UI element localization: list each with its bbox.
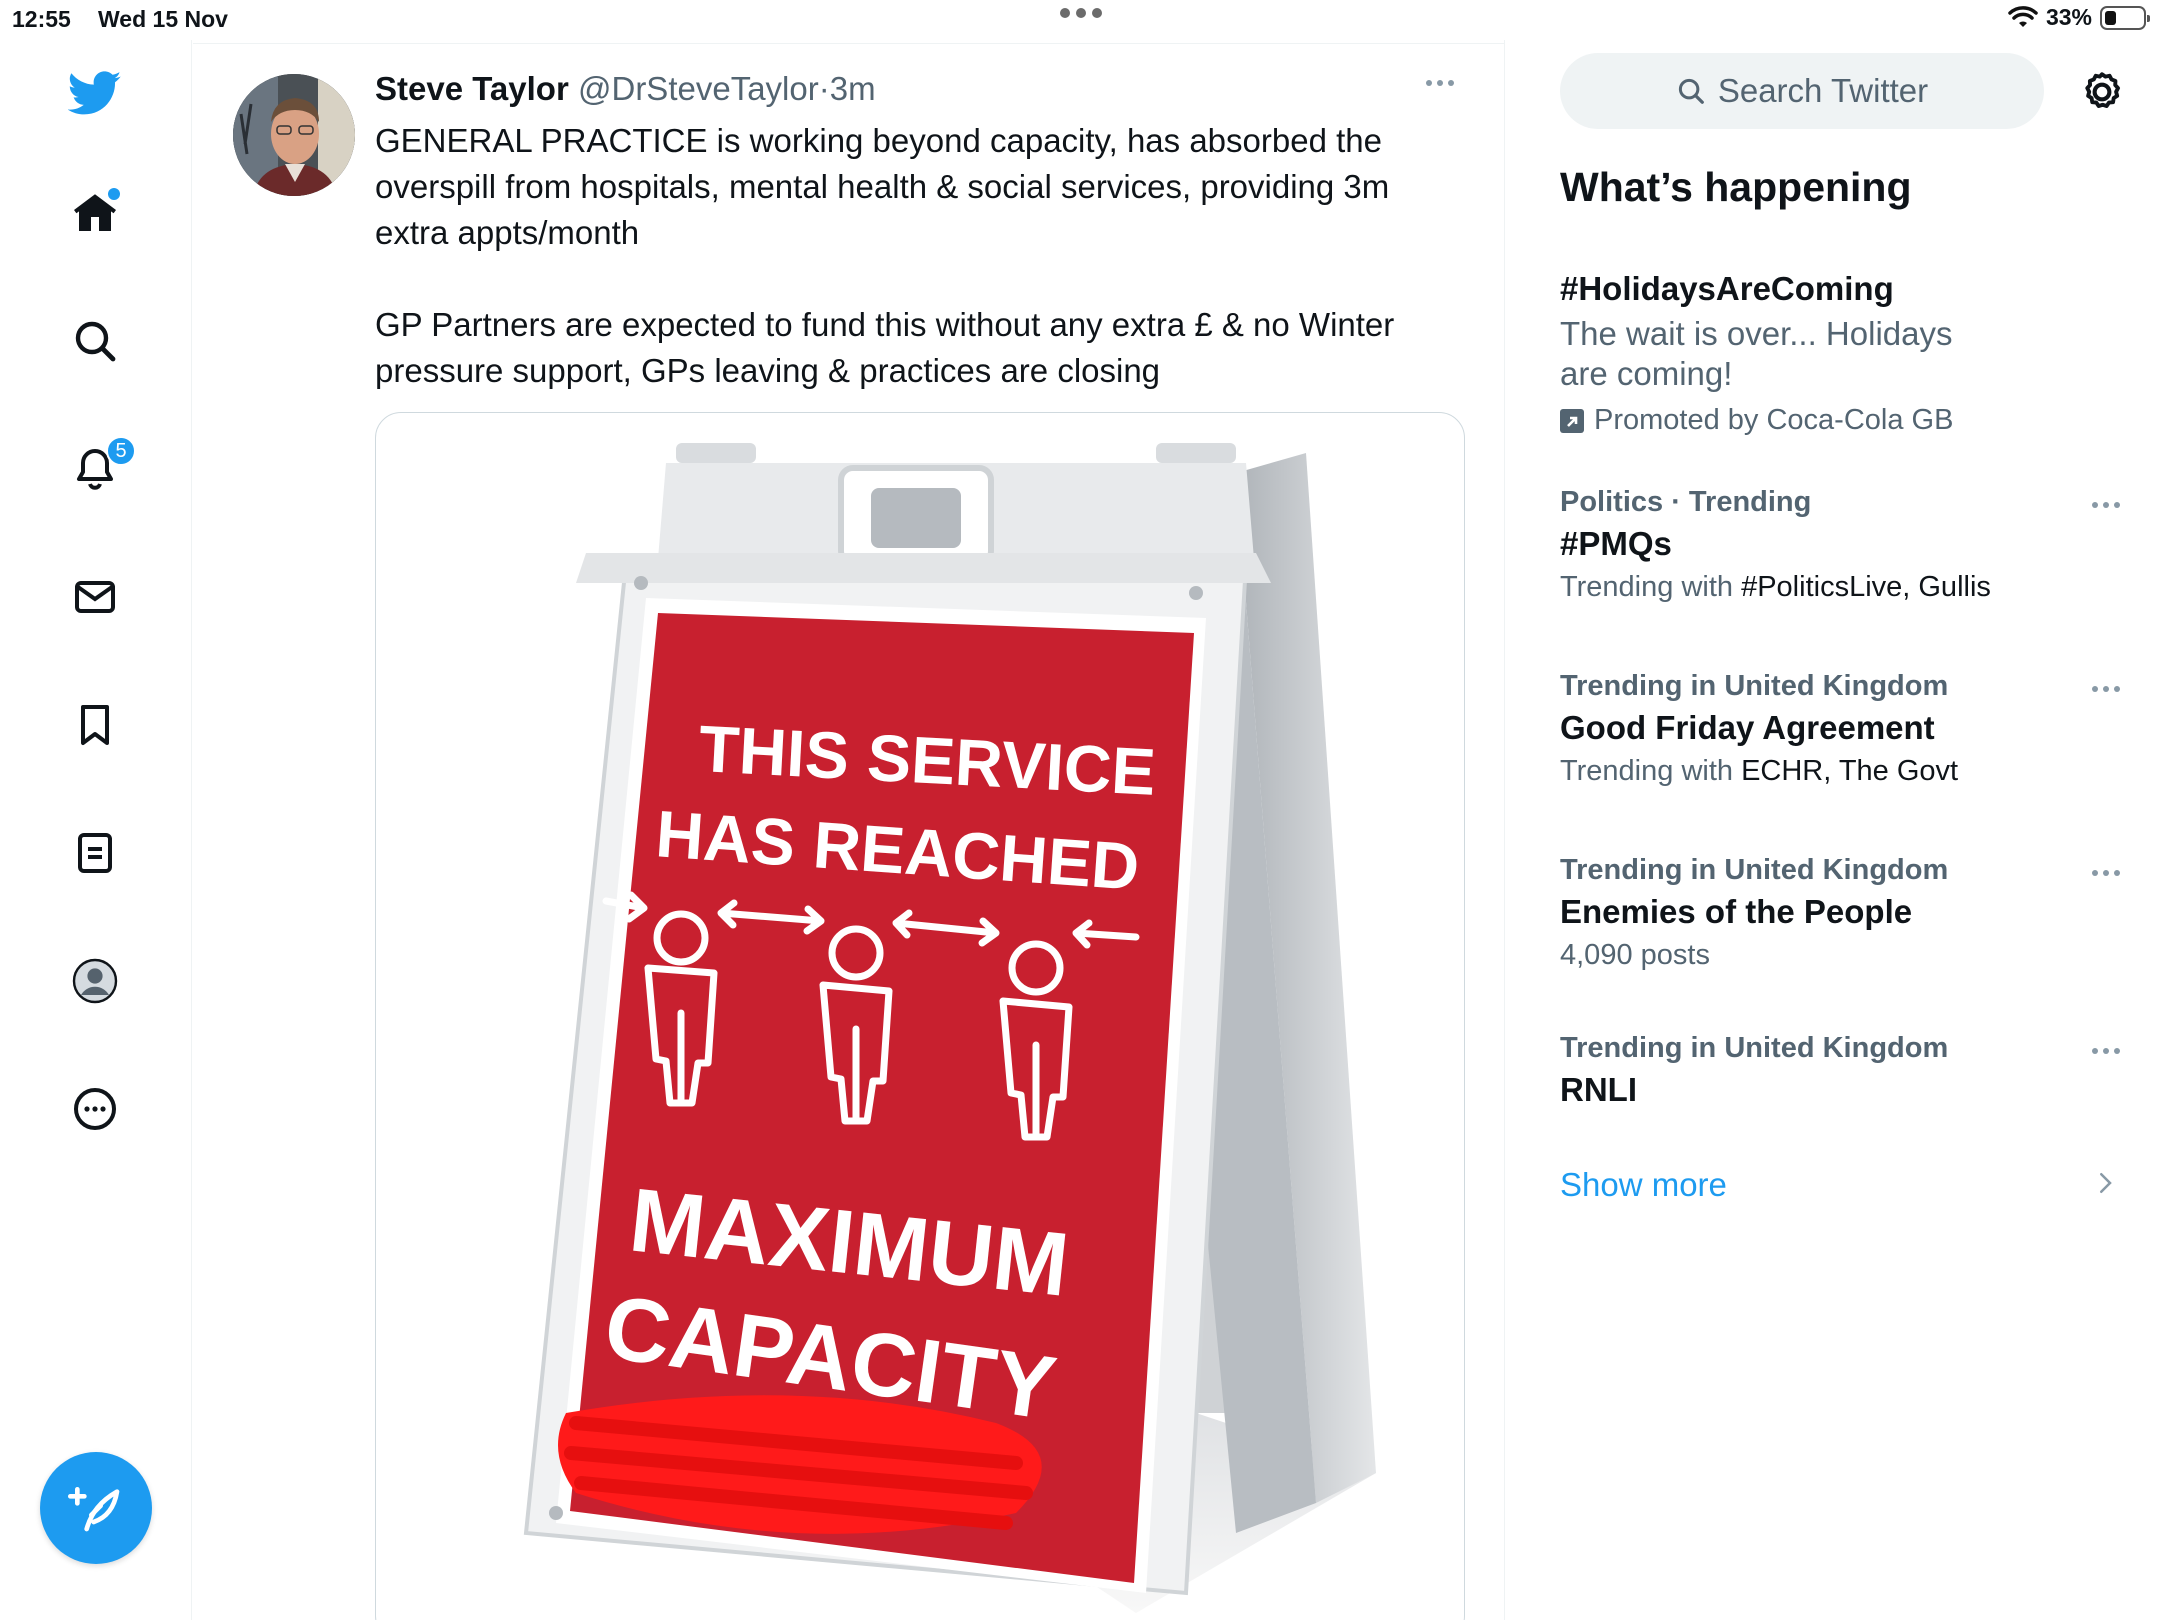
search-icon[interactable]: [66, 312, 124, 370]
battery-percent: 33%: [2045, 4, 2092, 30]
compose-tweet-button[interactable]: [40, 1452, 152, 1564]
trending-with-value: ECHR, The Govt: [1741, 755, 1959, 787]
tweet-header: Steve Taylor @DrSteveTaylor·3m: [375, 70, 876, 108]
trending-with-value: #PoliticsLive, Gullis: [1741, 571, 1991, 603]
notifications-badge: 5: [106, 436, 136, 466]
trend-item[interactable]: Trending in United Kingdom RNLI: [1560, 1032, 2120, 1109]
trend-item[interactable]: Politics · Trending #PMQs Trending with …: [1560, 486, 2120, 604]
right-sidebar: Search Twitter What’s happening #Holiday…: [1506, 40, 2160, 1620]
promoted-label: Promoted by Coca-Cola GB: [1560, 404, 2120, 437]
more-icon[interactable]: [66, 1080, 124, 1138]
avatar[interactable]: [233, 74, 355, 196]
status-right: 33%: [2008, 4, 2150, 31]
trend-meta: Trending in United Kingdom: [1560, 854, 1949, 886]
left-navigation: 5: [0, 40, 192, 1620]
trend-topic: #HolidaysAreComing: [1560, 270, 1894, 307]
trend-topic: RNLI: [1560, 1071, 1637, 1108]
lists-icon[interactable]: [66, 824, 124, 882]
tweet-paragraph: GENERAL PRACTICE is working beyond capac…: [375, 122, 1390, 251]
search-icon: [1678, 78, 1704, 104]
trend-item[interactable]: Trending in United Kingdom Good Friday A…: [1560, 670, 2120, 788]
author-name[interactable]: Steve Taylor: [375, 70, 569, 107]
gear-icon[interactable]: [2076, 66, 2128, 118]
main-header-divider: [193, 0, 1505, 44]
trend-topic: Good Friday Agreement: [1560, 709, 1935, 746]
tweet-text: GENERAL PRACTICE is working beyond capac…: [375, 118, 1455, 440]
show-more-link[interactable]: Show more: [1560, 1166, 1727, 1204]
trend-item-promoted[interactable]: #HolidaysAreComing The wait is over... H…: [1560, 264, 2120, 437]
trend-more-icon[interactable]: [2092, 686, 2120, 692]
battery-icon: [2100, 5, 2150, 30]
header-separator: ·: [818, 70, 830, 107]
home-icon[interactable]: [66, 184, 124, 242]
twitter-logo-icon[interactable]: [66, 64, 124, 122]
trend-meta: Trending in United Kingdom: [1560, 670, 1949, 702]
author-handle[interactable]: @DrSteveTaylor: [578, 70, 819, 107]
search-input[interactable]: Search Twitter: [1560, 53, 2044, 129]
wifi-icon: [2008, 5, 2038, 27]
profile-icon[interactable]: [66, 952, 124, 1010]
search-placeholder: Search Twitter: [1717, 72, 1929, 109]
trend-topic: Enemies of the People: [1560, 893, 1913, 930]
trending-with-label: Trending with: [1560, 571, 1734, 603]
trend-subtext: Trending with ECHR, The Govt: [1560, 755, 2120, 788]
trend-item[interactable]: Trending in United Kingdom Enemies of th…: [1560, 854, 2120, 972]
bookmark-icon[interactable]: [66, 696, 124, 754]
trend-more-icon[interactable]: [2092, 502, 2120, 508]
main-timeline: Steve Taylor @DrSteveTaylor·3m GENERAL P…: [193, 40, 1505, 1620]
home-unread-dot: [108, 188, 120, 200]
chevron-right-icon[interactable]: [2090, 1168, 2120, 1198]
tweet-paragraph: GP Partners are expected to fund this wi…: [375, 306, 1395, 389]
trend-post-count: 4,090 posts: [1560, 939, 1710, 971]
trend-subtext: Trending with #PoliticsLive, Gullis: [1560, 571, 2120, 604]
status-time: 12:55: [12, 6, 71, 32]
compose-icon: [68, 1487, 120, 1532]
promoted-text: Promoted by Coca-Cola GB: [1594, 404, 1954, 436]
trend-meta: Politics · Trending: [1560, 486, 1812, 518]
trend-topic: #PMQs: [1560, 525, 1672, 562]
trend-more-icon[interactable]: [2092, 870, 2120, 876]
trend-more-icon[interactable]: [2092, 1048, 2120, 1054]
tweet-time[interactable]: 3m: [830, 70, 876, 107]
bell-icon[interactable]: 5: [66, 436, 136, 498]
trend-description: The wait is over... Holidays are coming!: [1560, 315, 1953, 392]
tweet-more-icon[interactable]: [1426, 80, 1454, 86]
mail-icon[interactable]: [66, 568, 124, 626]
trend-meta: Trending in United Kingdom: [1560, 1032, 1949, 1064]
tweet-image[interactable]: THIS SERVICE HAS REACHED MAXIMUM CAPACIT…: [375, 412, 1465, 1620]
promoted-icon: [1560, 408, 1584, 433]
whats-happening-title: What’s happening: [1560, 164, 1912, 210]
trending-with-label: Trending with: [1560, 755, 1734, 787]
sign-illustration: THIS SERVICE HAS REACHED MAXIMUM CAPACIT…: [523, 443, 1376, 1613]
